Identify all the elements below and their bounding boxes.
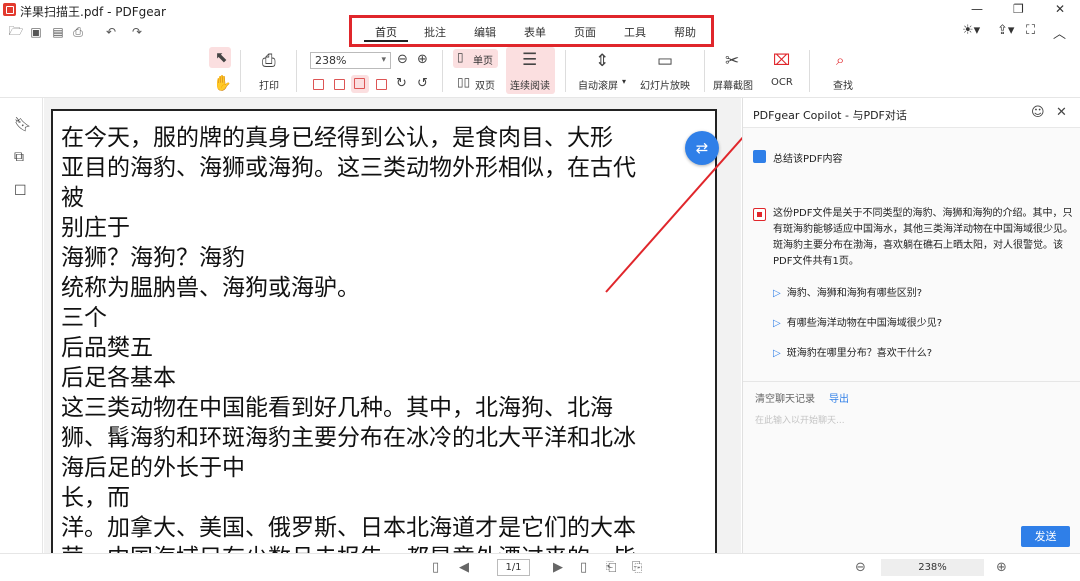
copilot-header: PDFgear Copilot - 与PDF对话 ☺ ✕	[743, 98, 1080, 128]
user-avatar	[753, 150, 766, 163]
support-icon[interactable]: ☺	[1031, 106, 1045, 119]
user-message: 总结该PDF内容	[773, 154, 843, 165]
copilot-panel: PDFgear Copilot - 与PDF对话 ☺ ✕ 总结该PDF内容 这份…	[742, 98, 1080, 553]
status-zoom-value[interactable]: 238%	[881, 559, 984, 576]
suggestion-item[interactable]: ▷ 海豹、海狮和海狗有哪些区别?	[773, 284, 922, 299]
status-zoom-in-icon[interactable]: ⊕	[996, 559, 1007, 576]
copilot-answer: 这份PDF文件是关于不同类型的海豹、海狮和海狗的介绍。其中，只有斑海豹能够适应中…	[773, 208, 1073, 267]
clear-chat-link[interactable]: 清空聊天记录	[755, 390, 815, 405]
copilot-avatar	[753, 208, 766, 221]
suggestion-item[interactable]: ▷ 有哪些海洋动物在中国海域很少见?	[773, 314, 942, 329]
last-page-icon[interactable]: ▯	[580, 559, 587, 576]
suggestion-item[interactable]: ▷ 斑海豹在哪里分布？喜欢干什么?	[773, 344, 932, 359]
send-button[interactable]: 发送	[1021, 526, 1070, 547]
play-icon: ▷	[773, 288, 781, 299]
export-link[interactable]: 导出	[829, 390, 849, 405]
page-number-field[interactable]: 1/1	[497, 559, 530, 576]
copilot-title: PDFgear Copilot - 与PDF对话	[753, 109, 907, 122]
prev-page-icon[interactable]: ◀	[459, 559, 469, 576]
close-panel-icon[interactable]: ✕	[1056, 106, 1067, 119]
status-zoom-out-icon[interactable]: ⊖	[855, 559, 866, 576]
play-icon: ▷	[773, 348, 781, 359]
first-page-icon[interactable]: ▯	[432, 559, 439, 576]
next-page-icon[interactable]: ▶	[553, 559, 563, 576]
prev-view-icon[interactable]: ⎗	[606, 559, 616, 576]
next-view-icon[interactable]: ⎘	[632, 559, 642, 576]
panel-divider	[743, 381, 1080, 382]
play-icon: ▷	[773, 318, 781, 329]
chat-input[interactable]: 在此输入以开始聊天...	[755, 413, 845, 426]
